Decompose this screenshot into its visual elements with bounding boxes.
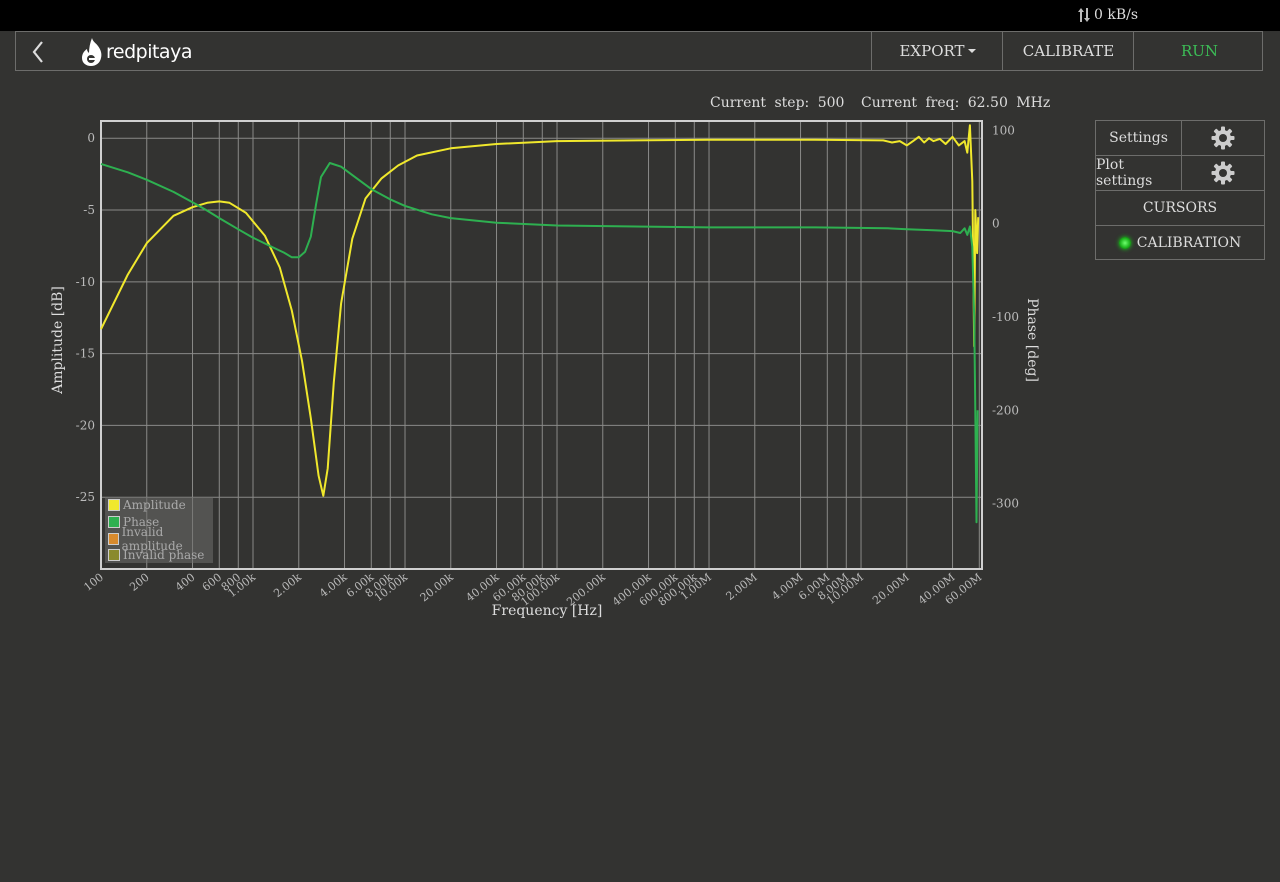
gear-icon xyxy=(1211,126,1235,150)
transfer-arrows-icon xyxy=(1078,8,1090,22)
y-axis-label: Amplitude [dB] xyxy=(50,286,66,395)
y-tick-label: -5 xyxy=(83,203,95,217)
legend-item-invalid-phase[interactable]: Invalid phase xyxy=(108,547,204,563)
y-tick-label: -20 xyxy=(76,418,95,432)
legend-swatch xyxy=(108,549,120,561)
y2-tick-label: -100 xyxy=(992,310,1019,324)
y-tick-label: -15 xyxy=(76,347,95,361)
settings-button[interactable]: Settings xyxy=(1096,121,1182,155)
settings-gear-button[interactable] xyxy=(1182,121,1264,155)
calibration-button[interactable]: CALIBRATION xyxy=(1096,226,1264,259)
x-tick-label: 2.00M xyxy=(724,571,760,603)
legend-label: Invalid phase xyxy=(123,548,205,562)
network-rate-text: 0 kB/s xyxy=(1094,7,1139,23)
legend-item-amplitude[interactable]: Amplitude xyxy=(108,497,186,513)
status-led-icon xyxy=(1118,236,1131,249)
plot-frame xyxy=(100,120,983,570)
legend-swatch xyxy=(108,499,120,511)
plot-settings-button[interactable]: Plot settings xyxy=(1096,156,1182,190)
chart-legend: Amplitude Phase Invalid amplitude Invali… xyxy=(105,497,213,563)
plot-settings-gear-button[interactable] xyxy=(1182,156,1264,190)
calibration-row: CALIBRATION xyxy=(1095,225,1265,260)
settings-panel: Settings Plot settings CURSORS CALIBRATI… xyxy=(1095,120,1265,260)
x-axis-label: Frequency [Hz] xyxy=(492,603,603,619)
x-tick-label: 4.00k xyxy=(317,570,350,600)
x-tick-label: 200 xyxy=(127,571,152,594)
gear-icon xyxy=(1211,161,1235,185)
y2-tick-label: -200 xyxy=(992,403,1019,417)
legend-item-invalid-amplitude[interactable]: Invalid amplitude xyxy=(108,525,213,553)
run-label: RUN xyxy=(1180,42,1219,60)
cursors-row: CURSORS xyxy=(1095,190,1265,225)
network-rate: 0 kB/s xyxy=(1077,7,1138,23)
x-tick-label: 2.00k xyxy=(271,570,304,600)
legend-swatch xyxy=(108,533,119,545)
legend-label: Amplitude xyxy=(123,498,186,512)
legend-swatch xyxy=(108,516,120,528)
x-tick-label: 20.00M xyxy=(870,571,912,608)
y-tick-label: 0 xyxy=(87,131,95,145)
y-tick-label: -25 xyxy=(76,490,95,504)
plot-settings-row: Plot settings xyxy=(1095,155,1265,190)
y2-tick-label: -300 xyxy=(992,497,1019,511)
y2-tick-label: 100 xyxy=(992,123,1015,137)
calibration-label: CALIBRATION xyxy=(1136,234,1242,251)
settings-row: Settings xyxy=(1095,120,1265,155)
cursors-button[interactable]: CURSORS xyxy=(1096,191,1264,225)
x-tick-label: 20.00k xyxy=(418,570,456,604)
x-tick-label: 400 xyxy=(173,571,198,594)
x-tick-label: 100 xyxy=(81,571,106,594)
run-button[interactable]: RUN xyxy=(1133,32,1265,70)
y2-axis-label: Phase [deg] xyxy=(1024,298,1040,382)
y2-tick-label: 0 xyxy=(992,217,1000,231)
y-tick-label: -10 xyxy=(76,275,95,289)
